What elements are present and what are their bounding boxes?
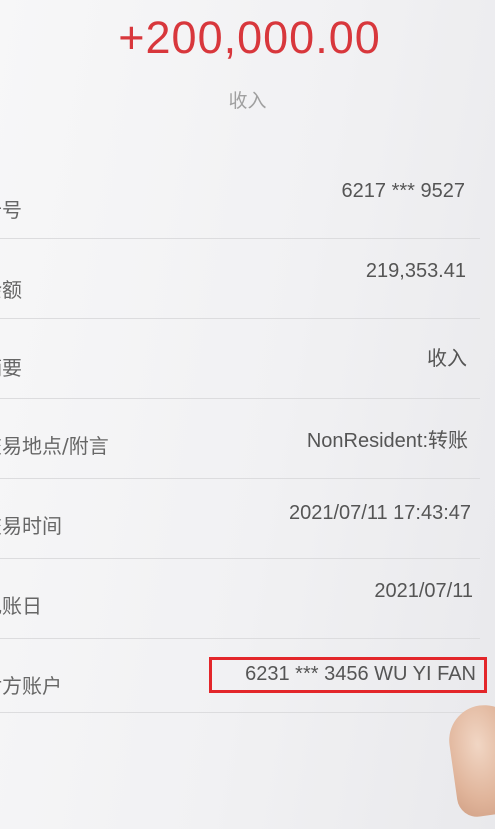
divider xyxy=(0,558,480,559)
divider xyxy=(0,638,480,639)
detail-row-posting-date: 记账日 2021/07/11 xyxy=(0,560,495,640)
card-number-label: 卡号 xyxy=(0,198,22,222)
posting-date-label: 记账日 xyxy=(0,594,42,618)
balance-label: 余额 xyxy=(0,278,22,302)
card-number-value: 6217 *** 9527 xyxy=(341,180,465,202)
summary-label: 摘要 xyxy=(0,356,22,380)
divider xyxy=(0,318,480,319)
divider xyxy=(0,398,480,399)
counterparty-account-label: 对方账户 xyxy=(0,674,62,698)
transaction-amount: +200,000.00 xyxy=(118,12,381,63)
divider xyxy=(0,238,480,239)
transaction-time-value: 2021/07/11 17:43:47 xyxy=(288,502,471,524)
divider xyxy=(0,478,480,479)
transaction-type-label: 收入 xyxy=(228,90,267,112)
posting-date-value: 2021/07/11 xyxy=(374,580,473,602)
detail-row-location-note: 交易地点/附言 NonResident:转账 xyxy=(0,400,495,480)
balance-value: 219,353.41 xyxy=(365,260,466,282)
detail-row-card-number: 卡号 6217 *** 9527 xyxy=(0,160,495,240)
highlight-annotation-box xyxy=(209,657,487,693)
summary-value: 收入 xyxy=(427,348,467,370)
location-note-value: NonResident:转账 xyxy=(306,430,468,452)
location-note-label: 交易地点/附言 xyxy=(0,434,109,458)
transaction-time-label: 交易时间 xyxy=(0,514,62,538)
detail-row-transaction-time: 交易时间 2021/07/11 17:43:47 xyxy=(0,480,495,560)
transaction-detail-screen: +200,000.00 收入 卡号 6217 *** 9527 余额 219,3… xyxy=(0,0,495,829)
divider xyxy=(0,712,480,713)
detail-row-summary: 摘要 收入 xyxy=(0,320,495,400)
detail-row-balance: 余额 219,353.41 xyxy=(0,240,495,320)
